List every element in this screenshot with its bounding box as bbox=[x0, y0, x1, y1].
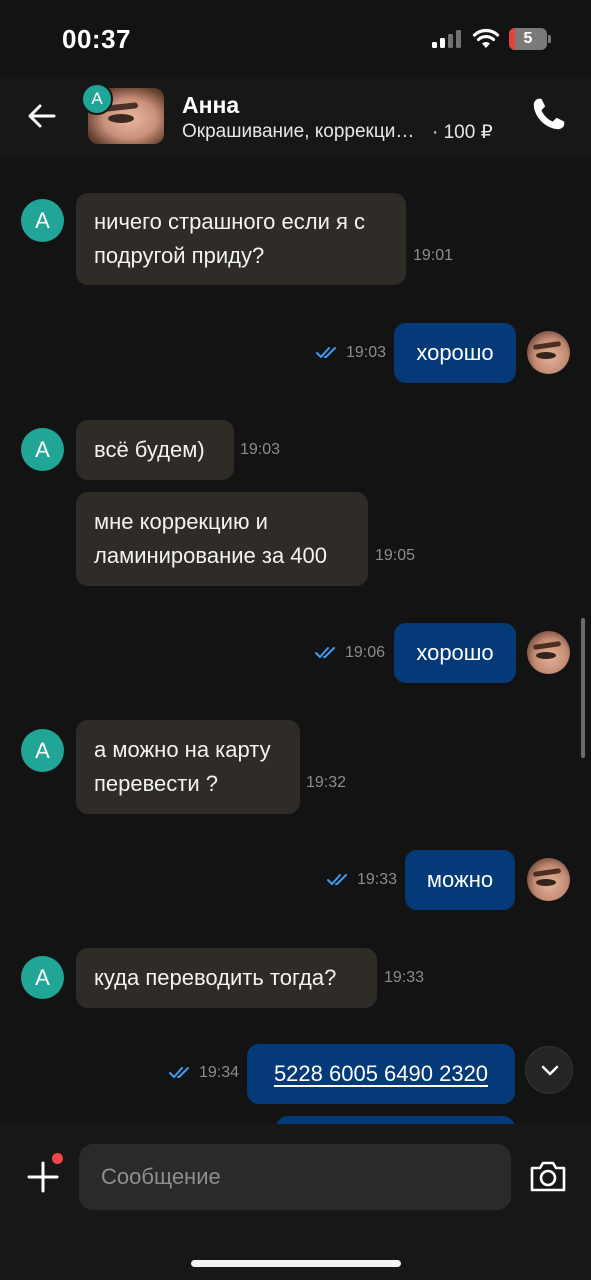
double-check-icon bbox=[327, 874, 347, 885]
battery-level: 5 bbox=[523, 30, 533, 47]
arrow-left-icon[interactable] bbox=[22, 96, 62, 136]
my-avatar bbox=[527, 858, 570, 901]
scroll-down-button[interactable] bbox=[525, 1046, 573, 1094]
message-line: мне коррекцию и bbox=[94, 509, 268, 534]
plus-icon[interactable] bbox=[26, 1160, 60, 1194]
chat-header: A Анна Окрашивание, коррекци… · 100 ₽ bbox=[0, 78, 591, 158]
wifi-icon bbox=[472, 28, 500, 48]
listing-price: · 100 ₽ bbox=[432, 122, 493, 143]
message-time: 19:34 bbox=[199, 1064, 240, 1081]
camera-icon[interactable] bbox=[528, 1158, 568, 1194]
phone-icon[interactable] bbox=[530, 94, 568, 134]
double-check-icon bbox=[316, 347, 336, 358]
double-check-icon bbox=[169, 1067, 189, 1078]
message-line: перевести ? bbox=[94, 771, 219, 796]
message-list[interactable]: A ничего страшного если я с подругой при… bbox=[0, 158, 591, 1124]
card-number-link[interactable]: 5228 6005 6490 2320 bbox=[274, 1061, 488, 1086]
message-line: куда переводить тогда? bbox=[94, 965, 337, 990]
message-time: 19:05 bbox=[375, 547, 416, 564]
sender-avatar[interactable]: A bbox=[21, 729, 64, 772]
message-input[interactable] bbox=[79, 1144, 511, 1210]
scrollbar[interactable] bbox=[581, 618, 585, 758]
message-time: 19:03 bbox=[240, 441, 281, 458]
message-bubble-incoming[interactable]: а можно на карту перевести ? bbox=[76, 720, 300, 814]
message-time: 19:01 bbox=[413, 247, 454, 264]
my-avatar bbox=[527, 331, 570, 374]
status-time: 00:37 bbox=[62, 24, 131, 54]
message-time: 19:03 bbox=[346, 344, 387, 361]
message-bubble-outgoing[interactable]: хорошо bbox=[394, 623, 516, 683]
message-bubble-incoming[interactable]: ничего страшного если я с подругой приду… bbox=[76, 193, 406, 285]
message-time: 19:33 bbox=[384, 969, 425, 986]
message-line: всё будем) bbox=[94, 437, 205, 462]
message-time: 19:33 bbox=[357, 871, 398, 888]
message-time: 19:06 bbox=[345, 644, 386, 661]
message-line: ничего страшного если я с bbox=[94, 209, 365, 234]
message-bubble-outgoing[interactable]: можно bbox=[405, 850, 515, 910]
listing-title[interactable]: Окрашивание, коррекци… bbox=[182, 121, 414, 143]
message-line: подругой приду? bbox=[94, 243, 265, 268]
signal-icon bbox=[432, 30, 462, 48]
message-line: а можно на карту bbox=[94, 737, 271, 762]
message-time: 19:32 bbox=[306, 774, 347, 791]
message-input-bar bbox=[0, 1124, 591, 1280]
message-bubble-outgoing[interactable]: 5228 6005 6490 2320 bbox=[247, 1044, 515, 1104]
chevron-down-icon bbox=[541, 1065, 559, 1076]
my-avatar bbox=[527, 631, 570, 674]
sender-avatar[interactable]: A bbox=[21, 956, 64, 999]
sender-avatar[interactable]: A bbox=[21, 199, 64, 242]
message-line: ламинирование за 400 bbox=[94, 543, 327, 568]
battery-icon: 5 bbox=[509, 28, 551, 50]
message-bubble-incoming[interactable]: всё будем) bbox=[76, 420, 234, 480]
message-bubble-outgoing-partial bbox=[276, 1116, 515, 1124]
message-bubble-outgoing[interactable]: хорошо bbox=[394, 323, 516, 383]
home-indicator bbox=[191, 1260, 401, 1267]
contact-avatar-badge: A bbox=[81, 83, 113, 115]
notification-dot bbox=[52, 1153, 63, 1164]
message-bubble-incoming[interactable]: куда переводить тогда? bbox=[76, 948, 377, 1008]
status-bar: 00:37 5 bbox=[0, 0, 591, 78]
sender-avatar[interactable]: A bbox=[21, 428, 64, 471]
message-bubble-incoming[interactable]: мне коррекцию и ламинирование за 400 bbox=[76, 492, 368, 586]
contact-name[interactable]: Анна bbox=[182, 92, 239, 119]
double-check-icon bbox=[315, 647, 335, 658]
